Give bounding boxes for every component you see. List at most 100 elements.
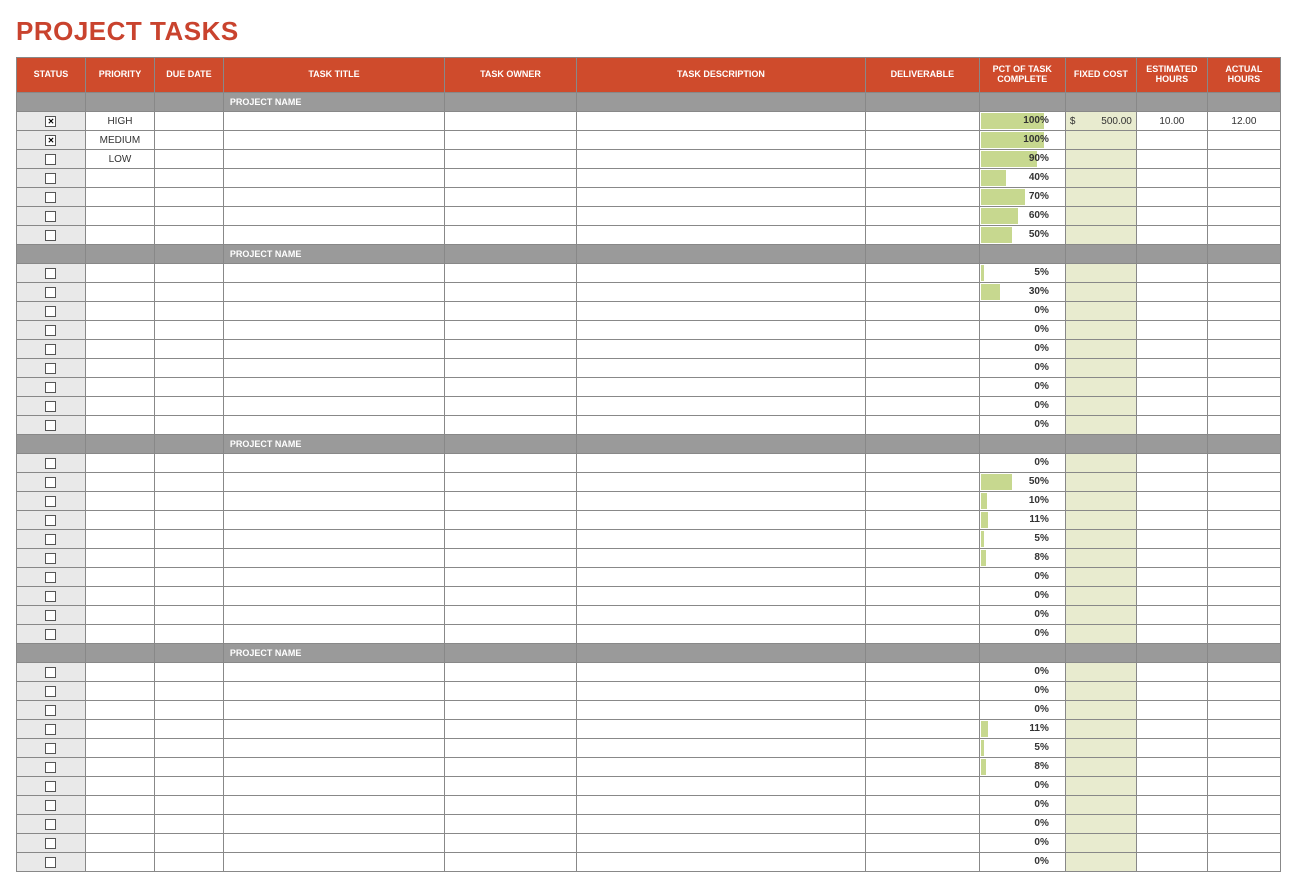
fixed-cost-cell[interactable] xyxy=(1065,359,1136,378)
due-date-cell[interactable] xyxy=(154,625,223,644)
task-owner-cell[interactable] xyxy=(445,587,577,606)
priority-cell[interactable] xyxy=(85,169,154,188)
task-owner-cell[interactable] xyxy=(445,264,577,283)
due-date-cell[interactable] xyxy=(154,549,223,568)
actual-hours-cell[interactable] xyxy=(1207,549,1280,568)
pct-complete-cell[interactable]: 0% xyxy=(979,834,1065,853)
due-date-cell[interactable] xyxy=(154,739,223,758)
deliverable-cell[interactable] xyxy=(866,397,980,416)
task-owner-cell[interactable] xyxy=(445,815,577,834)
estimated-hours-cell[interactable] xyxy=(1136,473,1207,492)
due-date-cell[interactable] xyxy=(154,226,223,245)
pct-complete-cell[interactable]: 30% xyxy=(979,283,1065,302)
status-cell[interactable] xyxy=(17,321,86,340)
priority-cell[interactable] xyxy=(85,739,154,758)
status-cell[interactable] xyxy=(17,701,86,720)
task-owner-cell[interactable] xyxy=(445,511,577,530)
due-date-cell[interactable] xyxy=(154,112,223,131)
fixed-cost-cell[interactable] xyxy=(1065,587,1136,606)
task-title-cell[interactable] xyxy=(223,701,444,720)
due-date-cell[interactable] xyxy=(154,796,223,815)
priority-cell[interactable]: LOW xyxy=(85,150,154,169)
pct-complete-cell[interactable]: 0% xyxy=(979,853,1065,872)
task-title-cell[interactable] xyxy=(223,188,444,207)
fixed-cost-cell[interactable] xyxy=(1065,568,1136,587)
estimated-hours-cell[interactable] xyxy=(1136,207,1207,226)
task-owner-cell[interactable] xyxy=(445,378,577,397)
fixed-cost-cell[interactable] xyxy=(1065,454,1136,473)
status-cell[interactable] xyxy=(17,853,86,872)
pct-complete-cell[interactable]: 0% xyxy=(979,321,1065,340)
task-title-cell[interactable] xyxy=(223,340,444,359)
deliverable-cell[interactable] xyxy=(866,112,980,131)
deliverable-cell[interactable] xyxy=(866,777,980,796)
status-checkbox[interactable] xyxy=(45,629,56,640)
status-checkbox[interactable] xyxy=(45,173,56,184)
status-checkbox[interactable] xyxy=(45,268,56,279)
actual-hours-cell[interactable] xyxy=(1207,796,1280,815)
task-title-cell[interactable] xyxy=(223,207,444,226)
deliverable-cell[interactable] xyxy=(866,720,980,739)
due-date-cell[interactable] xyxy=(154,492,223,511)
task-description-cell[interactable] xyxy=(576,834,865,853)
priority-cell[interactable] xyxy=(85,226,154,245)
status-checkbox[interactable] xyxy=(45,211,56,222)
deliverable-cell[interactable] xyxy=(866,530,980,549)
pct-complete-cell[interactable]: 0% xyxy=(979,397,1065,416)
priority-cell[interactable] xyxy=(85,397,154,416)
fixed-cost-cell[interactable] xyxy=(1065,169,1136,188)
pct-complete-cell[interactable]: 8% xyxy=(979,758,1065,777)
status-cell[interactable] xyxy=(17,530,86,549)
estimated-hours-cell[interactable] xyxy=(1136,416,1207,435)
fixed-cost-cell[interactable]: $500.00 xyxy=(1065,112,1136,131)
due-date-cell[interactable] xyxy=(154,663,223,682)
task-title-cell[interactable] xyxy=(223,549,444,568)
task-title-cell[interactable] xyxy=(223,568,444,587)
deliverable-cell[interactable] xyxy=(866,663,980,682)
task-owner-cell[interactable] xyxy=(445,321,577,340)
task-description-cell[interactable] xyxy=(576,853,865,872)
estimated-hours-cell[interactable] xyxy=(1136,777,1207,796)
fixed-cost-cell[interactable] xyxy=(1065,188,1136,207)
task-title-cell[interactable] xyxy=(223,587,444,606)
actual-hours-cell[interactable] xyxy=(1207,340,1280,359)
deliverable-cell[interactable] xyxy=(866,568,980,587)
status-checkbox[interactable] xyxy=(45,135,56,146)
status-cell[interactable] xyxy=(17,663,86,682)
priority-cell[interactable] xyxy=(85,853,154,872)
deliverable-cell[interactable] xyxy=(866,625,980,644)
task-owner-cell[interactable] xyxy=(445,530,577,549)
deliverable-cell[interactable] xyxy=(866,131,980,150)
pct-complete-cell[interactable]: 0% xyxy=(979,359,1065,378)
pct-complete-cell[interactable]: 100% xyxy=(979,112,1065,131)
deliverable-cell[interactable] xyxy=(866,473,980,492)
estimated-hours-cell[interactable] xyxy=(1136,264,1207,283)
task-description-cell[interactable] xyxy=(576,796,865,815)
actual-hours-cell[interactable] xyxy=(1207,625,1280,644)
priority-cell[interactable] xyxy=(85,283,154,302)
status-checkbox[interactable] xyxy=(45,154,56,165)
status-cell[interactable] xyxy=(17,568,86,587)
deliverable-cell[interactable] xyxy=(866,853,980,872)
deliverable-cell[interactable] xyxy=(866,283,980,302)
status-cell[interactable] xyxy=(17,606,86,625)
estimated-hours-cell[interactable] xyxy=(1136,549,1207,568)
pct-complete-cell[interactable]: 11% xyxy=(979,511,1065,530)
task-title-cell[interactable] xyxy=(223,853,444,872)
status-checkbox[interactable] xyxy=(45,553,56,564)
fixed-cost-cell[interactable] xyxy=(1065,511,1136,530)
fixed-cost-cell[interactable] xyxy=(1065,416,1136,435)
task-title-cell[interactable] xyxy=(223,758,444,777)
task-description-cell[interactable] xyxy=(576,625,865,644)
task-description-cell[interactable] xyxy=(576,226,865,245)
deliverable-cell[interactable] xyxy=(866,739,980,758)
status-cell[interactable] xyxy=(17,720,86,739)
estimated-hours-cell[interactable] xyxy=(1136,131,1207,150)
deliverable-cell[interactable] xyxy=(866,796,980,815)
fixed-cost-cell[interactable] xyxy=(1065,682,1136,701)
pct-complete-cell[interactable]: 70% xyxy=(979,188,1065,207)
task-title-cell[interactable] xyxy=(223,416,444,435)
task-title-cell[interactable] xyxy=(223,397,444,416)
deliverable-cell[interactable] xyxy=(866,340,980,359)
task-description-cell[interactable] xyxy=(576,131,865,150)
